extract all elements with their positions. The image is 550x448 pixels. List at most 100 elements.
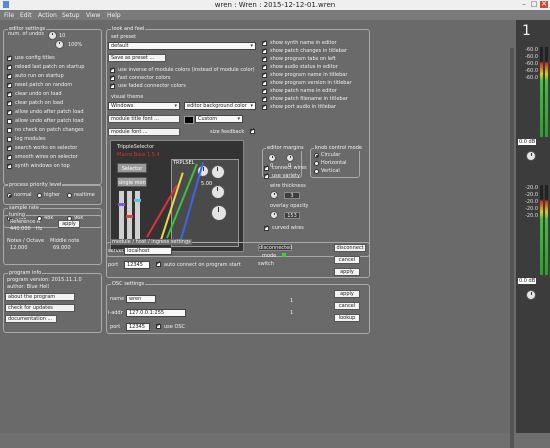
editor-option-checkbox[interactable] bbox=[7, 137, 12, 142]
knob-mode-radio[interactable] bbox=[314, 153, 319, 158]
preview-slider-1 bbox=[119, 191, 124, 241]
editor-option-checkbox[interactable] bbox=[7, 144, 12, 151]
remote-port-label: port bbox=[108, 262, 119, 268]
priority-radio[interactable] bbox=[37, 193, 42, 198]
display-option-checkbox[interactable] bbox=[262, 71, 267, 78]
osc-lookup-button[interactable]: lookup bbox=[334, 314, 360, 322]
editor-option-label: no check on patch changes bbox=[15, 127, 84, 133]
overlay-opacity-knob[interactable] bbox=[270, 211, 278, 219]
tuning-apply-button[interactable]: apply bbox=[58, 220, 80, 228]
display-option-checkbox[interactable] bbox=[262, 39, 267, 46]
top-meter-right bbox=[545, 47, 548, 137]
editor-option-checkbox[interactable] bbox=[7, 63, 12, 70]
menu-action[interactable]: Action bbox=[38, 12, 57, 19]
zoom-value: 100% bbox=[68, 42, 83, 48]
overlay-opacity-label: overlay opacity bbox=[270, 203, 309, 209]
top-level-knob[interactable] bbox=[526, 151, 536, 161]
mid-value-1: -20.0 bbox=[525, 185, 538, 191]
display-option-checkbox[interactable] bbox=[262, 103, 267, 110]
notes-octave-label: Notes / Octave bbox=[7, 238, 45, 244]
priority-radio-label: normal bbox=[14, 192, 32, 198]
use-osc-checkbox[interactable] bbox=[156, 322, 161, 329]
preset-option-checkbox[interactable] bbox=[110, 82, 115, 89]
about-button[interactable]: about the program bbox=[5, 293, 75, 301]
editor-option-checkbox[interactable] bbox=[7, 54, 12, 61]
menu-view[interactable]: View bbox=[86, 12, 100, 19]
color-swatch[interactable] bbox=[184, 116, 194, 124]
knob-mode-radio[interactable] bbox=[314, 161, 319, 166]
editor-option-checkbox[interactable] bbox=[7, 72, 12, 79]
check-updates-button[interactable]: check for updates bbox=[5, 304, 75, 312]
osc-cancel-button[interactable]: cancel bbox=[334, 302, 360, 310]
display-option-checkbox[interactable] bbox=[262, 87, 267, 94]
module-font-button[interactable]: module font ... bbox=[108, 128, 180, 136]
preset-select[interactable]: default bbox=[108, 42, 256, 50]
osc-name-input[interactable]: wren bbox=[126, 295, 156, 303]
menu-file[interactable]: File bbox=[4, 12, 14, 19]
module-title-font-button[interactable]: module title font ... bbox=[108, 115, 180, 123]
wire-thickness-value: 3 bbox=[284, 192, 300, 199]
minimize-icon[interactable]: – bbox=[520, 1, 528, 8]
knob-mode-label: Horizontal bbox=[321, 160, 347, 166]
zoom-knob[interactable] bbox=[55, 40, 64, 49]
preset-option-checkbox[interactable] bbox=[110, 66, 115, 73]
theme-select[interactable]: Windows bbox=[108, 102, 180, 110]
menu-edit[interactable]: Edit bbox=[20, 12, 32, 19]
display-option-checkbox[interactable] bbox=[262, 55, 267, 62]
maximize-icon[interactable]: □ bbox=[530, 1, 538, 8]
remote-port-input[interactable]: 12345 bbox=[124, 261, 150, 269]
mid-level-knob[interactable] bbox=[526, 290, 536, 300]
osc-port-input[interactable]: 12345 bbox=[126, 323, 150, 331]
save-preset-button[interactable]: Save as preset ... bbox=[108, 54, 166, 62]
vertical-scrollbar[interactable] bbox=[510, 48, 514, 448]
editor-option-checkbox[interactable] bbox=[7, 90, 12, 97]
editor-option-checkbox[interactable] bbox=[7, 153, 12, 160]
undo-label: num. of undos bbox=[8, 31, 44, 37]
priority-radio-label: realtime bbox=[74, 192, 95, 198]
editor-option-checkbox[interactable] bbox=[7, 128, 12, 133]
close-icon[interactable]: ✕ bbox=[540, 1, 548, 8]
process-priority-legend: process priority level bbox=[8, 182, 63, 188]
osc-addr-input[interactable]: 127.0.0.1:255 bbox=[126, 309, 186, 317]
documentation-button[interactable]: documentation ... bbox=[5, 315, 57, 323]
wire-option-checkbox[interactable] bbox=[264, 172, 269, 179]
top-value-3: -60.0 bbox=[525, 61, 538, 67]
size-feedback-checkbox[interactable] bbox=[250, 127, 255, 134]
color-value-select[interactable]: Custom bbox=[195, 115, 243, 123]
preview-title: TrippleSelector bbox=[117, 144, 155, 150]
editor-option-checkbox[interactable] bbox=[7, 81, 12, 88]
knob-mode-radio[interactable] bbox=[314, 169, 319, 174]
priority-radio[interactable] bbox=[67, 193, 72, 198]
editor-option-checkbox[interactable] bbox=[7, 162, 12, 169]
preview-subtitle: Macro Bass 1.5.4 bbox=[117, 152, 160, 158]
editor-option-checkbox[interactable] bbox=[7, 119, 12, 124]
display-option-checkbox[interactable] bbox=[262, 95, 267, 102]
remote-cancel-button[interactable]: cancel bbox=[334, 256, 360, 264]
preset-option-checkbox[interactable] bbox=[110, 74, 115, 81]
wire-thickness-knob[interactable] bbox=[270, 191, 278, 199]
color-target-select[interactable]: editor background color bbox=[184, 102, 256, 110]
reference-label: Reference A bbox=[10, 219, 41, 225]
remote-apply-button[interactable]: apply bbox=[334, 268, 360, 276]
auto-connect-checkbox[interactable] bbox=[156, 260, 161, 267]
disconnect-button[interactable]: disconnect bbox=[334, 244, 366, 252]
editor-option-checkbox[interactable] bbox=[7, 108, 12, 115]
undo-knob[interactable] bbox=[48, 31, 57, 40]
menu-setup[interactable]: Setup bbox=[62, 12, 79, 19]
curved-wires-checkbox[interactable] bbox=[264, 224, 269, 231]
preset-option-label: fast connector colors bbox=[118, 75, 171, 81]
osc-apply-button[interactable]: apply bbox=[334, 290, 360, 298]
display-option-checkbox[interactable] bbox=[262, 63, 267, 70]
margin-v-knob[interactable] bbox=[286, 154, 294, 162]
top-value-4: -60.0 bbox=[525, 68, 538, 74]
priority-radio[interactable] bbox=[7, 193, 12, 198]
status-led-green bbox=[282, 253, 286, 257]
display-option-checkbox[interactable] bbox=[262, 79, 267, 86]
wire-option-checkbox[interactable] bbox=[264, 164, 269, 171]
server-input[interactable]: localhost bbox=[124, 247, 172, 255]
menu-help[interactable]: Help bbox=[107, 12, 121, 19]
margin-h-knob[interactable] bbox=[268, 154, 276, 162]
display-option-checkbox[interactable] bbox=[262, 47, 267, 54]
editor-option-checkbox[interactable] bbox=[7, 99, 12, 106]
editor-option-label: search works on selector bbox=[15, 145, 78, 151]
